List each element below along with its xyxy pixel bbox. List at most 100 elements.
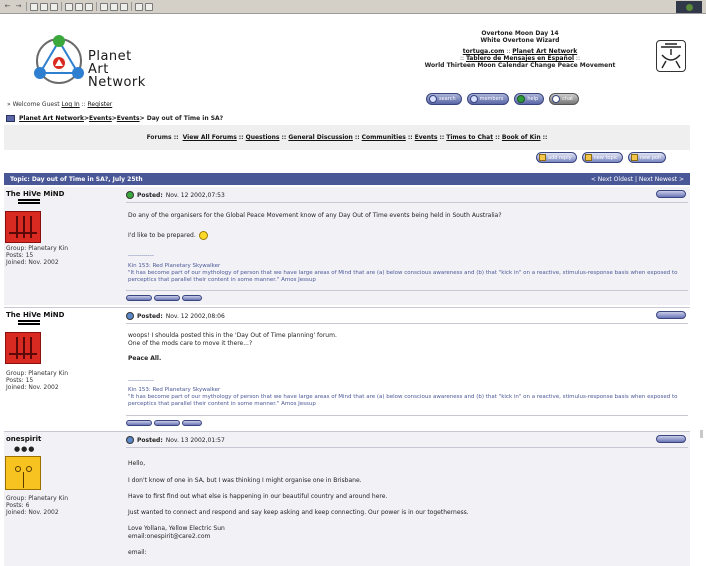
avatar	[5, 456, 41, 490]
post-status-icon	[126, 191, 134, 199]
posted-label: Posted:	[137, 436, 163, 444]
author-name[interactable]: The HiVe MiND	[4, 190, 124, 198]
post-status-icon	[126, 436, 134, 444]
post-divider	[126, 447, 688, 448]
breadcrumb-home-link[interactable]: Planet Art Network	[19, 115, 84, 122]
scrollbar-thumb[interactable]	[700, 430, 703, 438]
history-icon[interactable]	[85, 2, 93, 11]
back-icon[interactable]: ←	[3, 2, 12, 11]
breadcrumb-events-link[interactable]: Events	[89, 115, 112, 122]
author-joined: Joined: Nov. 2002	[6, 259, 59, 266]
email-button[interactable]	[182, 295, 202, 301]
author-group: Group: Planetary Kin	[6, 495, 69, 502]
profile-button[interactable]	[126, 295, 152, 301]
search-button[interactable]: search	[426, 93, 462, 105]
pm-button[interactable]	[154, 420, 180, 426]
discuss-icon[interactable]	[135, 2, 143, 11]
post-text: One of the mods care to move it there...…	[128, 340, 253, 347]
forum-link-communities[interactable]: Communities	[362, 134, 406, 141]
mail-icon[interactable]	[100, 2, 108, 11]
refresh-icon[interactable]	[40, 2, 48, 11]
spanish-board-link[interactable]: Tablero de Mensajes en Español	[466, 55, 574, 62]
next-newest-link[interactable]: Next Newest	[639, 176, 677, 183]
email-button[interactable]	[182, 420, 202, 426]
topic-title: Topic: Day out of Time in SA?, July 25th	[10, 175, 143, 183]
signature-quote: "It has become part of our mythology of …	[128, 270, 678, 283]
forward-icon[interactable]: →	[14, 2, 23, 11]
quote-button[interactable]	[656, 311, 686, 319]
planet-art-network-logo-icon[interactable]	[30, 31, 88, 89]
post-text: woops! I shoulda posted this in the 'Day…	[128, 332, 337, 339]
tortuga-link[interactable]: tortuga.com	[463, 48, 505, 55]
search-label: search	[439, 96, 456, 102]
author-meta: Group: Planetary Kin Posts: 6 Joined: No…	[6, 495, 124, 516]
forum-link-view-all[interactable]: View All Forums	[183, 134, 237, 141]
help-button[interactable]: help	[514, 93, 545, 105]
print-icon[interactable]	[110, 2, 118, 11]
profile-button[interactable]	[126, 420, 152, 426]
author-joined: Joined: Nov. 2002	[6, 384, 59, 391]
quote-button[interactable]	[656, 435, 686, 443]
toolbar-divider	[131, 2, 132, 11]
edit-icon[interactable]	[120, 2, 128, 11]
signature-rule: -------------	[128, 253, 154, 259]
posted-date: Nov. 12 2002,08:06	[165, 312, 225, 320]
post-text: I don't know of one in SA, but I was thi…	[128, 477, 362, 484]
author-name[interactable]: onespirit	[4, 435, 124, 443]
reply-icon	[539, 154, 546, 161]
author-name[interactable]: The HiVe MiND	[4, 311, 124, 319]
planet-art-network-link[interactable]: Planet Art Network	[512, 48, 577, 55]
quote-button[interactable]	[656, 190, 686, 198]
forum-link-book-of-kin[interactable]: Book of Kin	[502, 134, 541, 141]
home-icon[interactable]	[50, 2, 58, 11]
post-text: Do any of the organisers for the Global …	[128, 212, 502, 219]
link-separator: ::	[439, 134, 445, 141]
galactic-glyph-icon	[656, 40, 686, 72]
nav-arrow: >	[677, 175, 684, 183]
stop-icon[interactable]	[30, 2, 38, 11]
search-icon[interactable]	[65, 2, 73, 11]
forums-nav-bar: Forums :: View All Forums:: Questions:: …	[4, 125, 690, 150]
posted-date: Nov. 12 2002,07:53	[165, 191, 225, 199]
pm-button[interactable]	[154, 295, 180, 301]
breadcrumb-events-subforum-link[interactable]: Events	[117, 115, 140, 122]
forum-link-times-to-chat[interactable]: Times to Chat	[446, 134, 493, 141]
signature-kin: Kin 153: Red Planetary Skywalker	[128, 387, 221, 393]
post-body: Posted: Nov. 12 2002,08:06 woops! I shou…	[126, 311, 688, 426]
login-link[interactable]: Log In	[61, 101, 79, 108]
new-topic-button[interactable]: new topic	[581, 152, 623, 163]
forum-link-questions[interactable]: Questions	[246, 134, 280, 141]
add-reply-label: add reply	[548, 154, 572, 161]
member-rank-icon: ●●●	[14, 445, 36, 453]
site-logo-text[interactable]: Planet Art Network	[88, 50, 146, 89]
favorites-icon[interactable]	[75, 2, 83, 11]
members-label: members	[479, 96, 504, 102]
post-header: Posted: Nov. 13 2002,01:57	[126, 435, 688, 445]
register-link[interactable]: Register	[88, 101, 113, 108]
author-group: Group: Planetary Kin	[6, 370, 69, 377]
post-text: Hello,	[128, 460, 146, 467]
new-poll-button[interactable]: new poll	[627, 152, 666, 163]
help-label: help	[527, 96, 539, 102]
next-oldest-link[interactable]: Next Oldest	[598, 176, 633, 183]
topic-navigation: < Next Oldest | Next Newest >	[591, 176, 684, 183]
posted-date: Nov. 13 2002,01:57	[165, 436, 225, 444]
new-poll-icon	[630, 154, 638, 161]
members-button[interactable]: members	[466, 93, 510, 105]
post-author-panel: onespirit ●●● Group: Planetary Kin Posts…	[4, 435, 124, 516]
post-header: Posted: Nov. 12 2002,08:06	[126, 311, 688, 321]
chat-icon	[552, 95, 561, 103]
browser-toolbar: ← →	[0, 0, 706, 14]
forum-link-general-discussion[interactable]: General Discussion	[288, 134, 353, 141]
nav-arrow: <	[590, 175, 598, 183]
post-body: Posted: Nov. 13 2002,01:57 Hello, I don'…	[126, 435, 688, 566]
forum-link-events[interactable]: Events	[415, 134, 438, 141]
link-separator: ::	[574, 55, 580, 62]
post-text: email:	[128, 549, 147, 556]
add-reply-button[interactable]: add reply	[536, 152, 577, 163]
post-divider	[126, 323, 688, 324]
link-separator: ::	[495, 134, 500, 141]
link-separator: ::	[407, 134, 413, 141]
chat-button[interactable]: chat	[549, 93, 580, 105]
messenger-icon[interactable]	[145, 2, 153, 11]
